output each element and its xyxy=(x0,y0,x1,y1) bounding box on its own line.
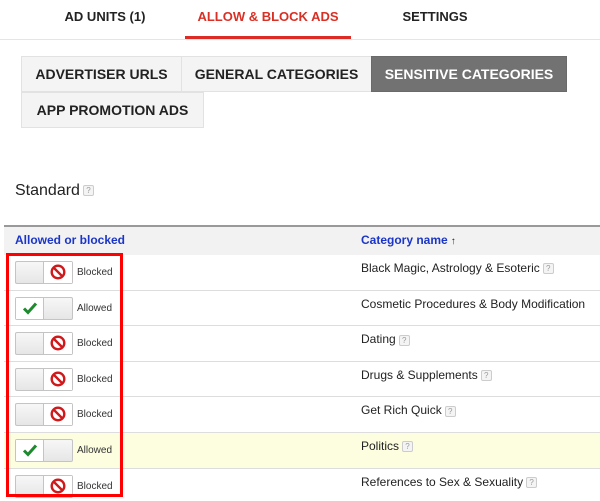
category-name: References to Sex & Sexuality? xyxy=(361,474,538,489)
help-icon[interactable]: ? xyxy=(398,334,410,346)
help-icon[interactable]: ? xyxy=(402,441,414,453)
top-tab-bar: AD UNITS (1) ALLOW & BLOCK ADS SETTINGS xyxy=(0,0,600,40)
category-label: Cosmetic Procedures & Body Modification xyxy=(361,296,586,311)
sort-ascending-icon: ↑ xyxy=(450,236,456,247)
category-name: Dating? xyxy=(361,332,410,346)
category-label: Dating xyxy=(361,332,396,347)
highlight-frame xyxy=(6,253,123,497)
tab-ad-units[interactable]: AD UNITS (1) xyxy=(55,0,155,40)
table-header: Allowed or blocked Category name ↑ xyxy=(4,225,600,255)
help-icon[interactable]: ? xyxy=(82,185,94,197)
subtab-general-categories[interactable]: GENERAL CATEGORIES xyxy=(181,56,372,92)
section-title: Standard? xyxy=(15,182,94,200)
category-name: Drugs & Supplements? xyxy=(361,368,492,382)
category-label: Politics xyxy=(361,438,400,453)
category-label: Drugs & Supplements xyxy=(361,367,478,382)
help-icon[interactable]: ? xyxy=(444,405,456,417)
category-label: Black Magic, Astrology & Esoteric xyxy=(361,261,540,275)
help-icon[interactable]: ? xyxy=(480,370,492,382)
header-category-label: Category name xyxy=(361,233,448,247)
category-name: Black Magic, Astrology & Esoteric? xyxy=(361,261,554,275)
header-allowed-or-blocked[interactable]: Allowed or blocked xyxy=(15,233,125,247)
tab-settings[interactable]: SETTINGS xyxy=(390,0,480,40)
category-label: Get Rich Quick xyxy=(361,403,442,418)
help-icon[interactable]: ? xyxy=(542,263,554,275)
subtab-advertiser-urls[interactable]: ADVERTISER URLS xyxy=(21,56,182,92)
subtab-app-promotion-ads[interactable]: APP PROMOTION ADS xyxy=(21,92,204,128)
category-name: Politics? xyxy=(361,438,414,453)
header-category-name[interactable]: Category name ↑ xyxy=(361,233,456,247)
category-name: Cosmetic Procedures & Body Modification xyxy=(361,297,585,311)
help-icon[interactable]: ? xyxy=(526,476,538,488)
subtab-sensitive-categories[interactable]: SENSITIVE CATEGORIES xyxy=(371,56,567,92)
category-label: References to Sex & Sexuality xyxy=(361,474,524,489)
section-title-text: Standard xyxy=(15,182,80,199)
tab-allow-block-ads[interactable]: ALLOW & BLOCK ADS xyxy=(185,0,351,40)
category-name: Get Rich Quick? xyxy=(361,403,456,417)
